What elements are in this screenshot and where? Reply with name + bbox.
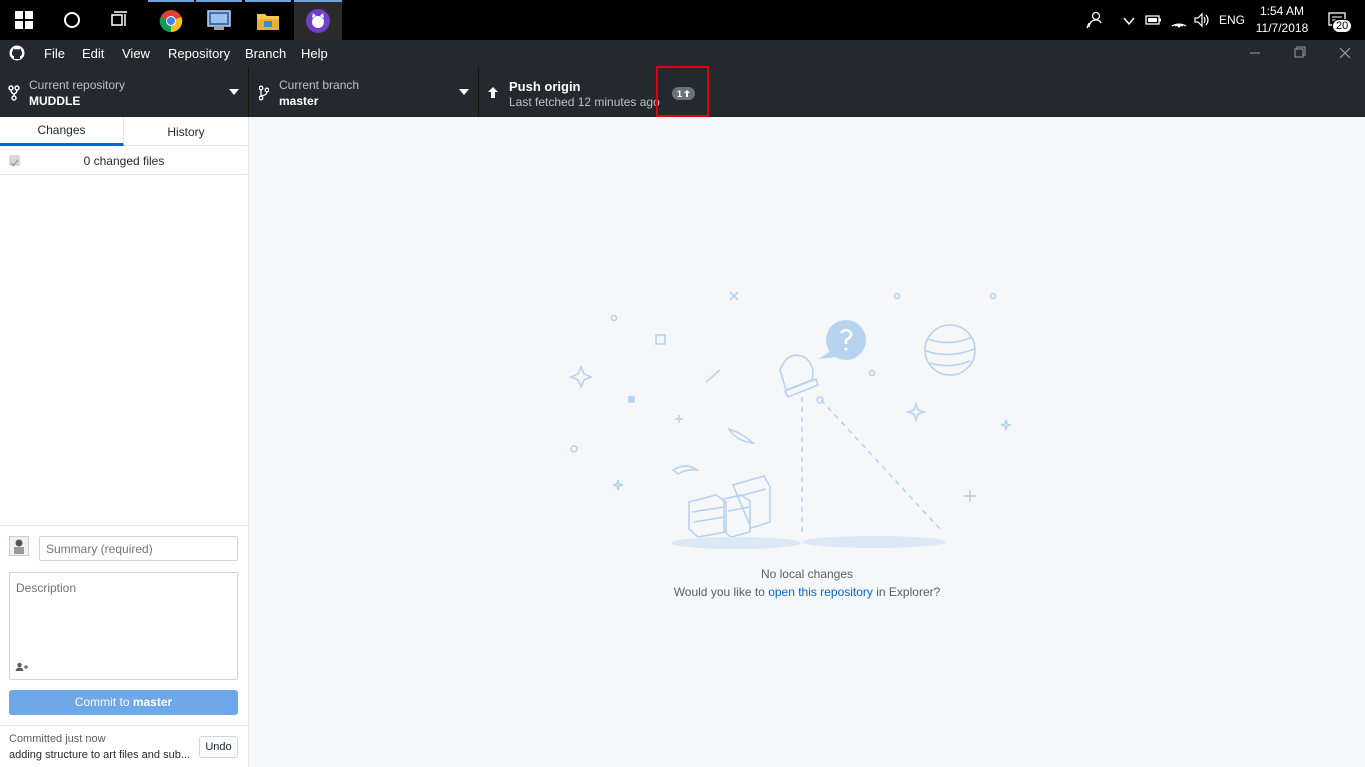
summary-input[interactable] bbox=[39, 536, 238, 561]
empty-state-message: Would you like to open this repository i… bbox=[249, 585, 1365, 599]
taskbar-clock[interactable]: 1:54 AM 11/7/2018 bbox=[1252, 4, 1312, 35]
menu-help[interactable]: Help bbox=[301, 46, 328, 61]
battery-icon bbox=[1145, 15, 1161, 25]
cortana-circle-icon bbox=[64, 12, 80, 28]
github-logo-icon bbox=[9, 45, 25, 61]
minimize-icon bbox=[1250, 52, 1260, 54]
input-language[interactable]: ENG bbox=[1219, 13, 1245, 27]
commit-button-prefix: Commit to bbox=[74, 695, 133, 709]
taskbar-app-chrome[interactable] bbox=[148, 0, 194, 40]
tab-changes[interactable]: Changes bbox=[0, 117, 124, 146]
cortana-button[interactable] bbox=[48, 0, 96, 40]
tab-history-label: History bbox=[167, 124, 205, 139]
undo-button[interactable]: Undo bbox=[199, 736, 238, 758]
undo-commit-bar: Committed just now adding structure to a… bbox=[0, 725, 248, 767]
chrome-icon bbox=[159, 10, 183, 33]
current-branch-name: master bbox=[279, 94, 319, 108]
github-desktop-icon bbox=[306, 9, 330, 33]
volume-tray-button[interactable] bbox=[1191, 0, 1213, 40]
menu-repository[interactable]: Repository bbox=[168, 46, 230, 61]
avatar-image-icon bbox=[14, 539, 24, 554]
clock-date: 11/7/2018 bbox=[1255, 21, 1309, 35]
commit-button[interactable]: Commit to master bbox=[9, 690, 238, 715]
caret-down-icon bbox=[459, 89, 469, 95]
description-textarea[interactable]: Description bbox=[9, 572, 238, 680]
undo-button-label: Undo bbox=[205, 741, 232, 753]
tab-changes-label: Changes bbox=[37, 123, 86, 137]
restore-button[interactable] bbox=[1285, 40, 1315, 67]
people-button[interactable] bbox=[1080, 0, 1108, 40]
app-menu-bar: File Edit View Repository Branch Help bbox=[0, 40, 1365, 67]
task-view-icon bbox=[111, 11, 127, 26]
empty-state-title: No local changes bbox=[760, 567, 854, 581]
battery-tray-button[interactable] bbox=[1143, 0, 1165, 40]
taskbar-app-file-explorer[interactable] bbox=[245, 0, 291, 40]
taskbar-app-remote-desktop[interactable] bbox=[196, 0, 242, 40]
current-repository-button[interactable]: Current repository MUDDLE bbox=[0, 67, 249, 117]
empty-state-suffix: in Explorer? bbox=[872, 585, 941, 599]
start-button[interactable] bbox=[0, 0, 48, 40]
notification-count-badge: 20 bbox=[1332, 19, 1353, 33]
changed-files-count: 0 changed files bbox=[83, 154, 165, 168]
close-window-button[interactable] bbox=[1330, 40, 1360, 67]
speaker-icon bbox=[1194, 12, 1209, 28]
tab-history[interactable]: History bbox=[124, 117, 248, 146]
menu-file[interactable]: File bbox=[44, 46, 65, 61]
changes-sidebar: Changes History 0 changed files Descript… bbox=[0, 117, 249, 767]
taskbar-app-github-desktop[interactable] bbox=[294, 0, 342, 40]
arrow-up-small-icon bbox=[684, 90, 691, 97]
push-origin-button[interactable]: Push origin Last fetched 12 minutes ago … bbox=[479, 66, 709, 117]
sidebar-tabs: Changes History bbox=[0, 117, 248, 146]
last-commit-status: Committed just now bbox=[9, 733, 106, 745]
menu-view[interactable]: View bbox=[122, 46, 150, 61]
remote-desktop-icon bbox=[207, 10, 231, 30]
commit-button-branch: master bbox=[132, 695, 173, 709]
no-changes-illustration bbox=[568, 291, 1012, 549]
windows-logo-icon bbox=[15, 11, 33, 29]
restore-icon bbox=[1294, 46, 1306, 58]
repo-fork-icon bbox=[8, 85, 20, 101]
current-repository-label: Current repository bbox=[29, 78, 126, 92]
avatar bbox=[9, 536, 29, 556]
push-count-badge: 1 bbox=[672, 87, 696, 100]
chevron-up-icon bbox=[1123, 17, 1135, 26]
add-coauthor-icon[interactable] bbox=[15, 662, 29, 672]
minimize-button[interactable] bbox=[1240, 40, 1270, 67]
description-placeholder: Description bbox=[16, 581, 77, 595]
last-fetched-label: Last fetched 12 minutes ago bbox=[509, 95, 660, 109]
windows-taskbar: ENG 1:54 AM 11/7/2018 20 bbox=[0, 0, 1365, 40]
no-changes-view: No local changes Would you like to open … bbox=[249, 117, 1365, 767]
push-origin-title: Push origin bbox=[509, 79, 581, 94]
current-repository-name: MUDDLE bbox=[29, 94, 81, 108]
last-commit-message: adding structure to art files and sub... bbox=[9, 749, 190, 761]
folder-icon bbox=[257, 14, 279, 30]
wifi-icon bbox=[1171, 23, 1187, 28]
repository-toolbar: Current repository MUDDLE Current branch… bbox=[0, 66, 1365, 117]
people-icon bbox=[1086, 11, 1102, 29]
action-center-button[interactable]: 20 bbox=[1320, 0, 1354, 40]
clock-time: 1:54 AM bbox=[1259, 4, 1305, 18]
current-branch-button[interactable]: Current branch master bbox=[249, 67, 479, 117]
push-count-value: 1 bbox=[677, 88, 683, 99]
menu-branch[interactable]: Branch bbox=[245, 46, 286, 61]
current-branch-label: Current branch bbox=[279, 78, 360, 92]
changed-files-header: 0 changed files bbox=[0, 146, 248, 175]
caret-down-icon bbox=[229, 89, 239, 95]
commit-form: Description Commit to master bbox=[0, 525, 248, 725]
show-hidden-icons-button[interactable] bbox=[1118, 0, 1140, 40]
arrow-up-icon bbox=[488, 87, 498, 98]
menu-edit[interactable]: Edit bbox=[82, 46, 104, 61]
wifi-tray-button[interactable] bbox=[1168, 0, 1190, 40]
close-icon bbox=[1339, 47, 1351, 59]
empty-state-prefix: Would you like to bbox=[673, 585, 769, 599]
open-repository-link[interactable]: open this repository bbox=[768, 585, 873, 599]
git-branch-icon bbox=[259, 85, 269, 101]
task-view-button[interactable] bbox=[96, 0, 144, 40]
